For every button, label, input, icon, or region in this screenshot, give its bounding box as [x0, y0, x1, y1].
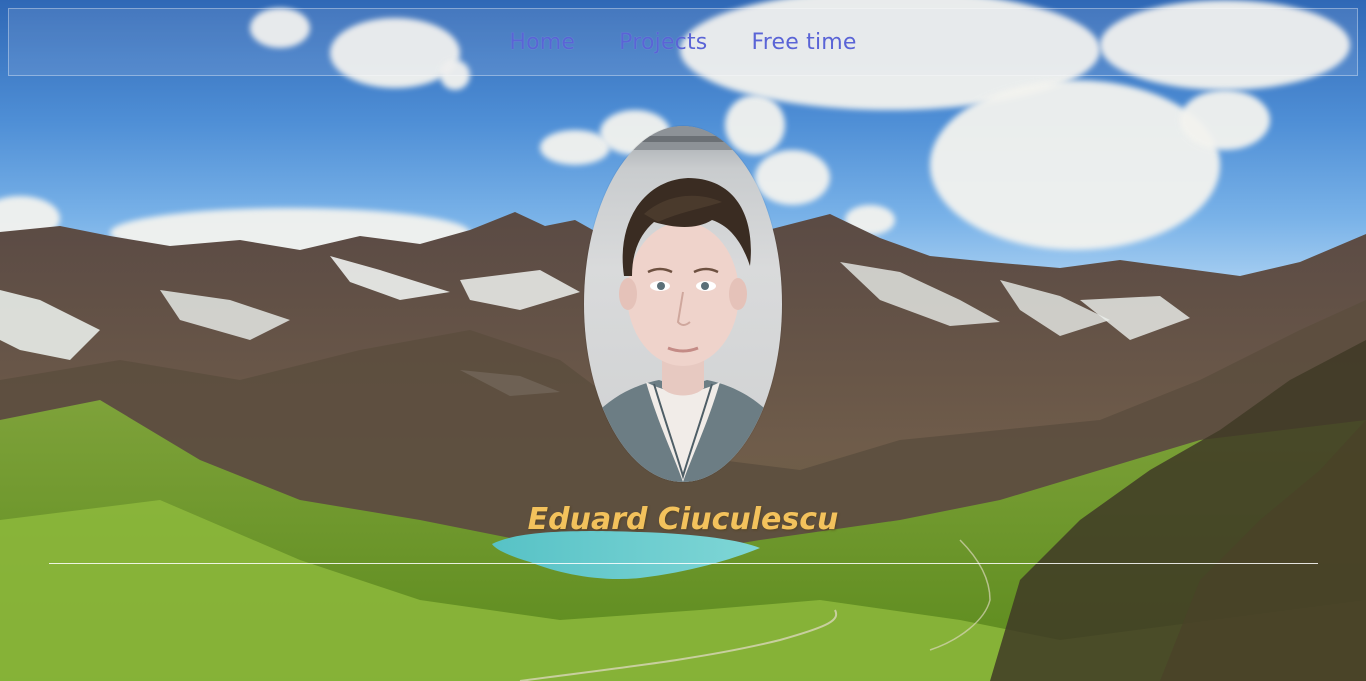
profile-avatar: [584, 126, 782, 482]
profile-name: Eduard Ciuculescu: [527, 502, 839, 537]
nav-link-free-time[interactable]: Free time: [751, 30, 856, 55]
top-navigation: Home Projects Free time: [8, 8, 1358, 76]
nav-link-home[interactable]: Home: [509, 30, 575, 55]
profile-photo: [584, 126, 782, 482]
nav-link-projects[interactable]: Projects: [619, 30, 707, 55]
divider: [49, 563, 1318, 564]
